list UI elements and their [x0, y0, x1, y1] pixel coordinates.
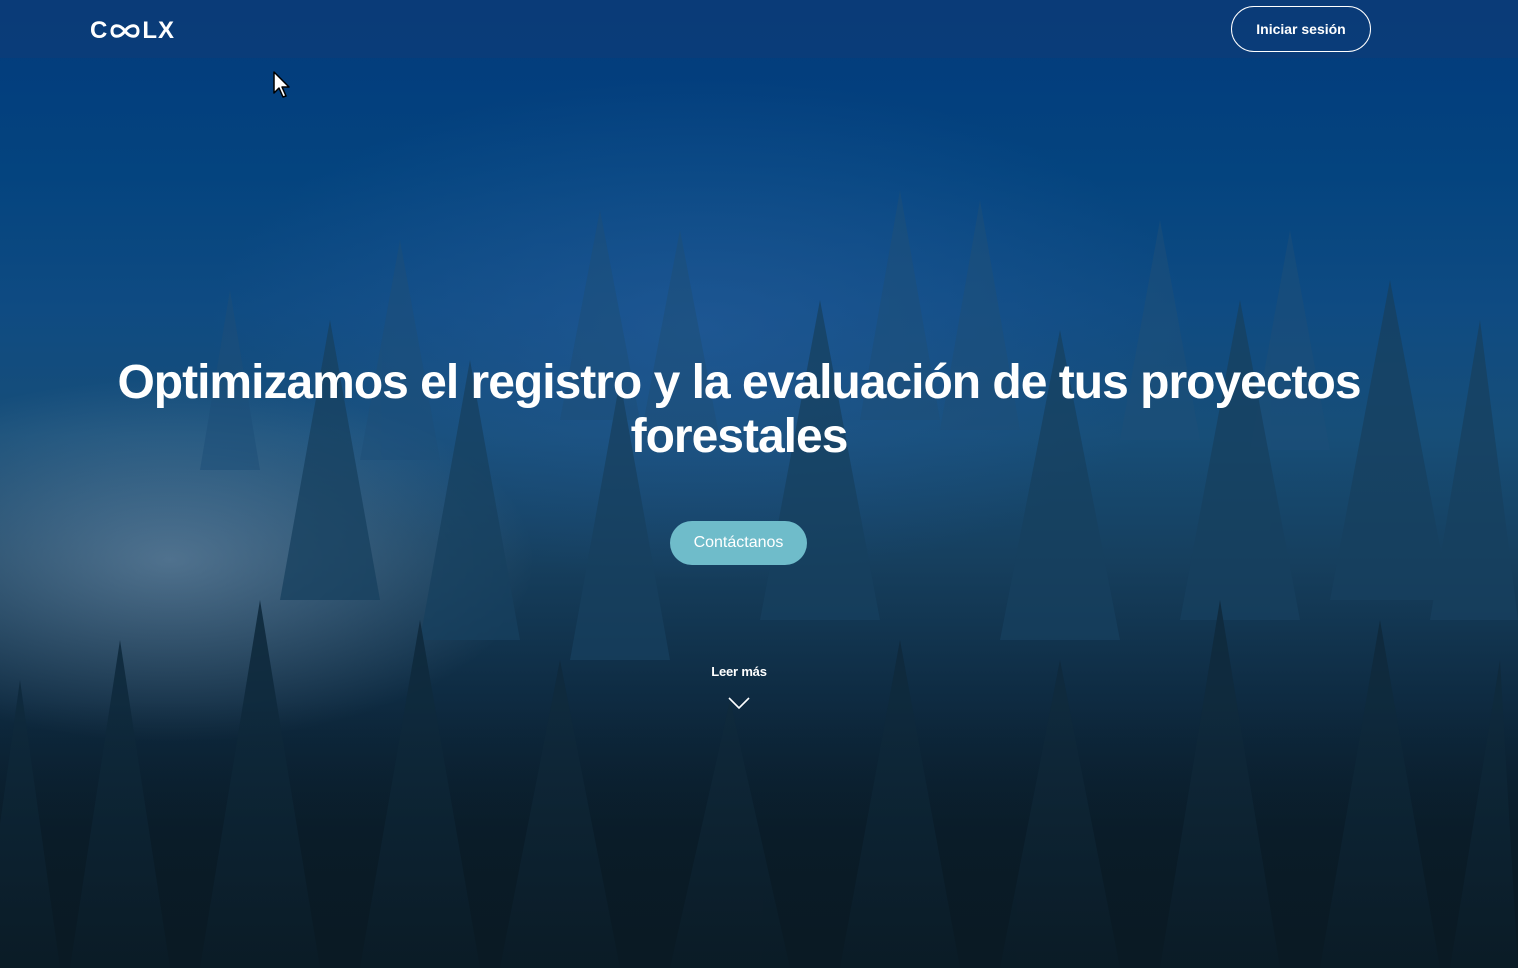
chevron-down-icon — [728, 697, 750, 709]
login-button[interactable]: Iniciar sesión — [1231, 6, 1371, 52]
logo-text-end: LX — [142, 17, 176, 44]
top-navbar: C LX Iniciar sesión — [0, 0, 1518, 58]
read-more-label: Leer más — [711, 664, 767, 679]
hero-title: Optimizamos el registro y la evaluación … — [117, 356, 1361, 463]
forest-background — [0, 190, 1518, 968]
infinity-logo-icon — [110, 24, 140, 38]
coolx-logo[interactable]: C LX — [90, 17, 176, 44]
logo-text-start: C — [90, 17, 109, 44]
page: C LX Iniciar sesión Optimizamos el regis… — [0, 0, 1518, 968]
contact-button[interactable]: Contáctanos — [670, 521, 807, 565]
mouse-pointer-icon — [273, 71, 290, 98]
read-more-link[interactable]: Leer más — [680, 664, 798, 709]
